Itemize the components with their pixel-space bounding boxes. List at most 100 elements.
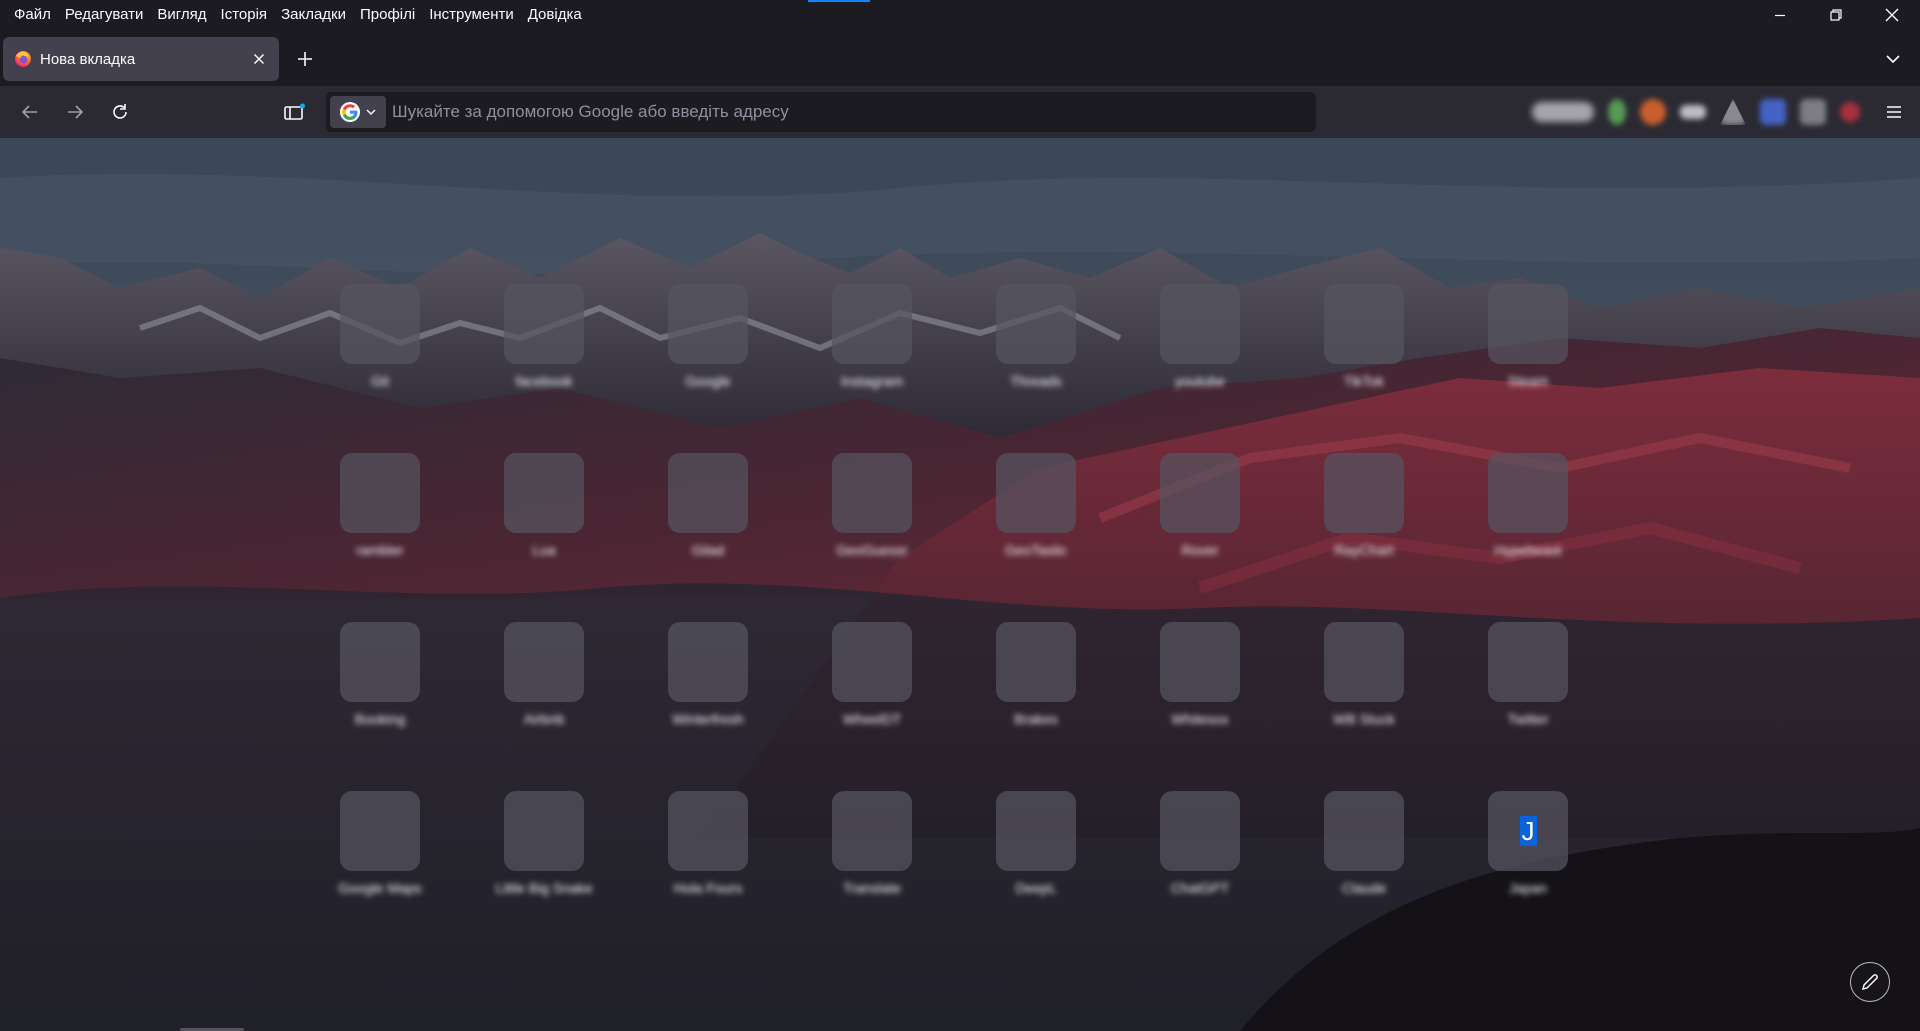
shortcut-label: Twitter [1507,711,1549,727]
shortcut-tile[interactable]: J Japan [1488,791,1568,909]
restore-button[interactable] [1808,0,1864,30]
shortcut-tile[interactable]: Airbnb [504,622,584,740]
shortcut-tile[interactable]: GeoGuessr [832,453,912,571]
shortcut-icon [1160,622,1240,702]
shortcut-icon [668,284,748,364]
shortcut-tile[interactable]: Hypebeast [1488,453,1568,571]
menu-item[interactable]: Файл [7,0,58,30]
shortcut-tile[interactable]: Instagram [832,284,912,402]
shortcut-label: DeepL [1015,880,1057,896]
shortcut-label: Rover [1181,542,1219,558]
chevron-down-icon [1886,55,1900,64]
shortcut-icon [668,791,748,871]
shortcut-label: Little Big Snake [495,880,593,896]
red-extension-icon[interactable] [1840,102,1860,122]
shortcut-label: Winterfresh [672,711,744,727]
shortcut-tile[interactable]: Claude [1324,791,1404,909]
shortcut-tile[interactable]: Translate [832,791,912,909]
puzzle-extension-icon[interactable] [1800,99,1826,125]
shortcut-icon [1324,791,1404,871]
menu-item[interactable]: Закладки [274,0,353,30]
menu-item[interactable]: Довідка [521,0,589,30]
shortcut-icon [1324,284,1404,364]
shortcut-tile[interactable]: Brakes [996,622,1076,740]
close-icon [253,53,265,65]
shortcut-icon [504,791,584,871]
shortcut-tile[interactable]: Gilad [668,453,748,571]
shortcut-tile[interactable]: GeoTastic [996,453,1076,571]
app-menu-button[interactable] [1878,96,1910,128]
search-input[interactable] [392,92,1292,132]
accent-line [808,0,870,2]
shortcut-icon [668,453,748,533]
shortcut-tile[interactable]: Little Big Snake [495,791,593,909]
firefox-icon [15,51,31,67]
shortcut-tile[interactable]: Booking [340,622,420,740]
shortcut-tile[interactable]: Google Maps [338,791,422,909]
shortcut-label: Booking [354,711,406,727]
shortcut-tile[interactable]: RayChart [1324,453,1404,571]
shortcut-icon [668,622,748,702]
shortcut-tile[interactable]: Rover [1160,453,1240,571]
shortcut-icon [340,284,420,364]
shortcut-icon: J [1488,791,1568,871]
shortcut-tile[interactable]: rambler [340,453,420,571]
google-icon [340,102,360,122]
shortcut-tile[interactable]: Steam [1488,284,1568,402]
green-extension-icon[interactable] [1608,99,1626,125]
vpn-extension-icon[interactable] [1532,102,1594,122]
shortcut-tile[interactable]: WB Stuck [1324,622,1404,740]
reload-button[interactable] [103,95,137,129]
shortcut-icon [340,791,420,871]
shortcut-tile[interactable]: Threads [996,284,1076,402]
shortcut-label: Hypebeast [1494,542,1562,558]
list-all-tabs-button[interactable] [1878,44,1908,74]
tab-new-tab[interactable]: Нова вкладка [3,37,279,81]
shortcut-tile[interactable]: Google [668,284,748,402]
new-tab-button[interactable] [290,44,320,74]
shortcut-tile[interactable]: Twitter [1488,622,1568,740]
shortcut-icon [832,453,912,533]
shortcut-label: Japan [1508,880,1548,896]
orange-extension-icon[interactable] [1640,99,1666,125]
shortcut-tile[interactable]: youtube [1160,284,1240,402]
back-button[interactable] [13,95,47,129]
mask-extension-icon[interactable] [1680,105,1706,119]
tab-strip: Нова вкладка [0,30,1920,86]
forward-button[interactable] [58,95,92,129]
shortcut-tile[interactable]: Git [340,284,420,402]
mountain-wallpaper [0,138,1920,1031]
shortcut-label: Google [685,373,731,389]
customize-button[interactable] [1850,962,1890,1002]
chevron-down-icon [366,109,376,115]
tab-close-button[interactable] [247,47,271,71]
menu-item[interactable]: Профілі [353,0,422,30]
search-engine-button[interactable] [330,96,386,128]
shortcut-tile[interactable]: TikTok [1324,284,1404,402]
shortcut-tile[interactable]: Lua [504,453,584,571]
minimize-button[interactable] [1752,0,1808,30]
close-window-button[interactable] [1864,0,1920,30]
tab-title: Нова вкладка [40,51,136,68]
shortcut-tile[interactable]: WheelDT [832,622,912,740]
sidebar-toggle-button[interactable] [278,95,312,129]
shortcut-tile[interactable]: ChatGPT [1160,791,1240,909]
shortcut-icon [504,453,584,533]
menu-item[interactable]: Історія [214,0,275,30]
shortcut-label: Whitesox [1171,711,1229,727]
shortcut-tile[interactable]: Hola Fours [668,791,748,909]
menu-bar: Файл Редагувати Вигляд Історія Закладки Профі… [0,0,1920,30]
shortcut-tile[interactable]: DeepL [996,791,1076,909]
menu-item[interactable]: Інструменти [422,0,521,30]
menu-item[interactable]: Редагувати [58,0,151,30]
warning-extension-icon[interactable] [1720,99,1746,125]
shortcut-label: rambler [356,542,404,558]
shortcut-tile[interactable]: Whitesox [1160,622,1240,740]
shortcut-tile[interactable]: Winterfresh [668,622,748,740]
translate-extension-icon[interactable] [1760,99,1786,125]
shortcut-tile[interactable]: facebook [504,284,584,402]
shortcut-label: Brakes [1014,711,1058,727]
sidebar-icon [284,103,305,120]
nav-bar [0,86,1920,138]
menu-item[interactable]: Вигляд [150,0,213,30]
